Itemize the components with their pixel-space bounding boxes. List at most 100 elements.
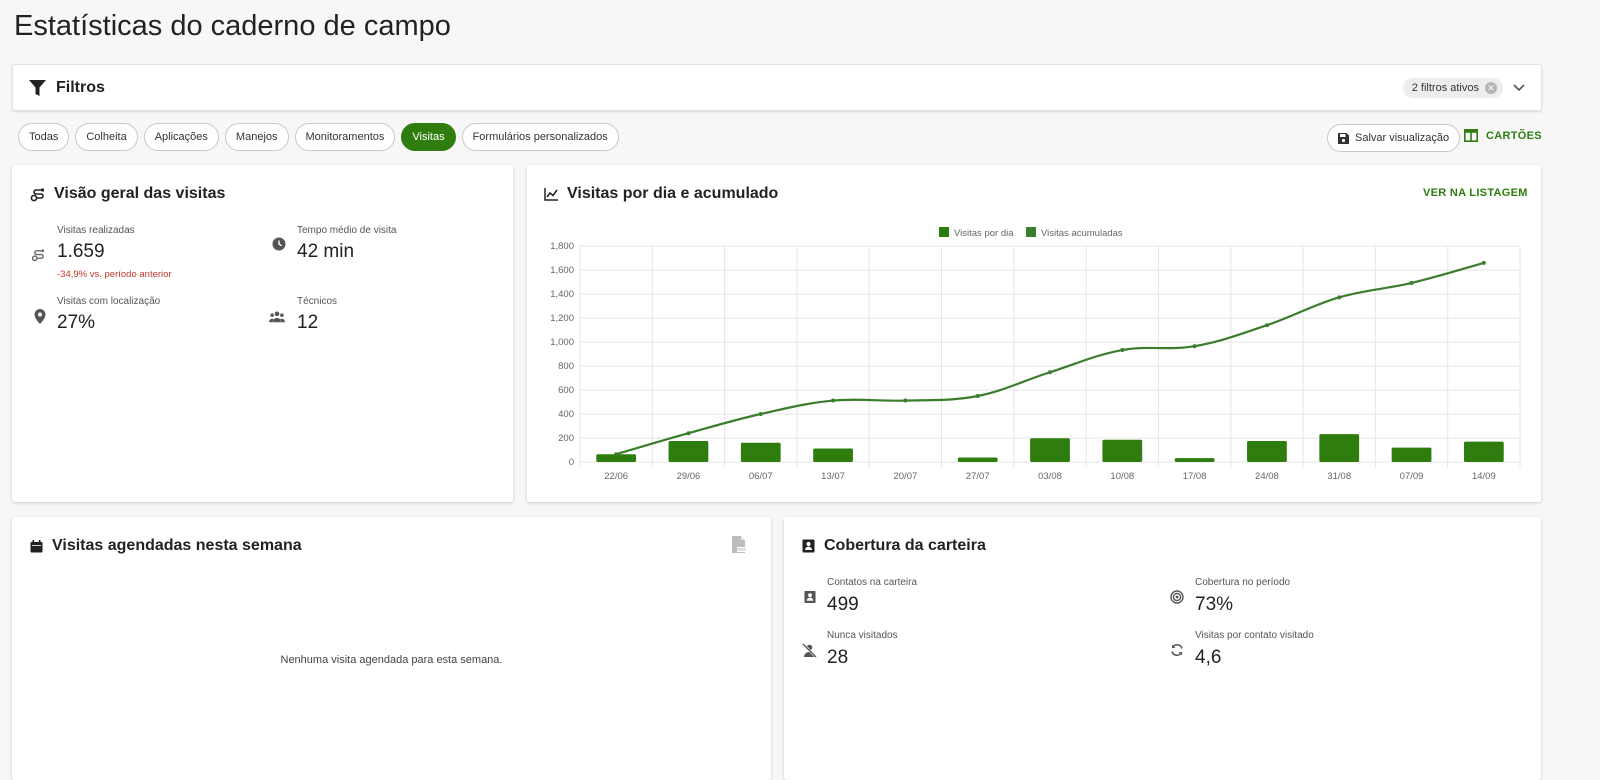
cards-view-label: CARTÕES xyxy=(1486,129,1542,142)
refresh-icon xyxy=(1169,642,1185,658)
calendar-icon xyxy=(30,539,43,553)
visits-chart: 0 200 400 600 800 1,000 1,200 1,400 1,600 1,800 22… xyxy=(550,227,1521,482)
x-tick-label: 29/06 xyxy=(677,471,701,482)
with-location-value: 27% xyxy=(57,312,96,333)
visits-overview-title: Visão geral das visitas xyxy=(54,185,226,202)
visits-chart-card: Visitas por dia e acumulado VER NA LISTA… xyxy=(527,165,1541,502)
x-tick-label: 24/08 xyxy=(1255,471,1279,482)
legend-swatch xyxy=(939,227,949,237)
line-point xyxy=(1048,370,1052,375)
target-icon xyxy=(1169,589,1185,605)
save-icon xyxy=(1338,132,1349,144)
visits-per-contact-value: 4,6 xyxy=(1195,647,1222,668)
avg-time-value: 42 min xyxy=(297,241,355,262)
line-point xyxy=(614,452,619,457)
active-filters-label: 2 filtros ativos xyxy=(1411,81,1479,94)
x-tick-label: 14/09 xyxy=(1472,471,1496,482)
bar xyxy=(957,457,998,462)
visits-overview-header: Visão geral das visitas xyxy=(30,185,225,203)
bar xyxy=(668,441,709,462)
x-tick-label: 22/06 xyxy=(604,471,628,482)
x-tick-label: 27/07 xyxy=(966,471,990,482)
tab-todas[interactable]: Todas xyxy=(18,123,70,151)
tab-aplicacoes[interactable]: Aplicações xyxy=(143,123,219,151)
line-point xyxy=(1192,344,1197,349)
line-point xyxy=(1481,260,1486,265)
filters-bar[interactable]: Filtros 2 filtros ativos ✕ xyxy=(12,64,1542,111)
scheduled-visits-header: Visitas agendadas nesta semana xyxy=(30,537,302,555)
scheduled-visits-title: Visitas agendadas nesta semana xyxy=(52,537,302,554)
visits-chart-header: Visitas por dia e acumulado xyxy=(544,185,778,203)
person-off-icon xyxy=(801,642,817,658)
line-point xyxy=(1264,323,1269,328)
x-tick-label: 06/07 xyxy=(749,471,773,482)
x-tick-label: 13/07 xyxy=(821,471,845,482)
line-point xyxy=(975,394,980,398)
y-tick-label: 1,800 xyxy=(550,241,574,252)
bar xyxy=(1102,439,1143,462)
contacts-value: 499 xyxy=(827,594,859,615)
tab-manejos[interactable]: Manejos xyxy=(224,123,289,151)
y-tick-label: 600 xyxy=(558,385,574,396)
no-scheduled-visits-message: Nenhuma visita agendada para esta semana… xyxy=(280,654,503,666)
bar xyxy=(1030,438,1070,462)
avg-time-label: Tempo médio de visita xyxy=(297,225,397,236)
portfolio-coverage-card: Cobertura da carteira Contatos na cartei… xyxy=(784,517,1541,780)
people-icon xyxy=(269,308,285,324)
contacts-label: Contatos na carteira xyxy=(827,577,918,588)
save-view-button[interactable]: Salvar visualização xyxy=(1327,124,1461,152)
never-visited-label: Nunca visitados xyxy=(827,630,898,641)
technicians-label: Técnicos xyxy=(297,296,338,307)
visits-route-icon xyxy=(30,187,45,202)
contacts-book-icon xyxy=(802,589,818,605)
chevron-down-icon[interactable] xyxy=(1513,80,1525,95)
tab-colheita[interactable]: Colheita xyxy=(75,123,138,151)
cumulative-line xyxy=(615,261,1485,456)
visits-done-change: -34,9% vs. período anterior xyxy=(57,269,172,280)
bar xyxy=(1319,434,1360,462)
save-view-label: Salvar visualização xyxy=(1355,132,1450,144)
page-title: Estatísticas do caderno de campo xyxy=(14,10,451,42)
pdf-export-icon[interactable]: PDF xyxy=(732,536,746,553)
y-tick-label: 0 xyxy=(569,457,574,468)
svg-text:PDF: PDF xyxy=(738,547,747,552)
y-tick-label: 1,400 xyxy=(550,289,574,300)
y-tick-label: 1,000 xyxy=(550,337,574,348)
line-point xyxy=(1409,280,1414,285)
visits-chart-title: Visitas por dia e acumulado xyxy=(567,185,779,202)
bar xyxy=(1247,441,1287,462)
bar xyxy=(813,448,853,462)
x-tick-label: 03/08 xyxy=(1038,471,1062,482)
portfolio-coverage-header: Cobertura da carteira xyxy=(802,537,986,555)
filter-icon xyxy=(29,79,46,96)
x-tick-label: 10/08 xyxy=(1110,471,1134,482)
active-filters-chip[interactable]: 2 filtros ativos ✕ xyxy=(1402,77,1503,98)
never-visited-value: 28 xyxy=(827,647,849,668)
line-point xyxy=(903,398,908,403)
technicians-value: 12 xyxy=(297,312,319,333)
with-location-label: Visitas com localização xyxy=(57,296,161,307)
line-point xyxy=(1120,348,1125,353)
x-tick-label: 07/09 xyxy=(1400,471,1424,482)
visits-done-label: Visitas realizadas xyxy=(57,225,135,236)
x-tick-label: 17/08 xyxy=(1183,471,1207,482)
y-tick-label: 1,200 xyxy=(550,313,574,324)
legend-label: Visitas por dia xyxy=(954,228,1014,239)
legend-swatch xyxy=(1026,227,1036,237)
tab-formularios[interactable]: Formulários personalizados xyxy=(461,123,619,151)
y-tick-label: 1,600 xyxy=(550,265,574,276)
bar xyxy=(1463,441,1504,462)
location-pin-icon xyxy=(32,308,48,324)
clock-icon xyxy=(271,236,287,252)
category-tabs: Todas Colheita Aplicações Manejos Monito… xyxy=(18,123,619,151)
cards-view-button[interactable]: CARTÕES xyxy=(1464,129,1542,142)
clear-filters-icon[interactable]: ✕ xyxy=(1485,81,1497,94)
visits-icon xyxy=(30,247,46,263)
line-chart-icon xyxy=(544,187,558,201)
x-tick-label: 20/07 xyxy=(893,471,917,482)
tab-monitoramentos[interactable]: Monitoramentos xyxy=(294,123,396,151)
cards-layout-icon xyxy=(1464,129,1478,142)
tab-visitas[interactable]: Visitas xyxy=(401,123,456,151)
view-in-list-link[interactable]: VER NA LISTAGEM xyxy=(1423,187,1528,199)
visits-done-value: 1.659 xyxy=(57,241,105,262)
